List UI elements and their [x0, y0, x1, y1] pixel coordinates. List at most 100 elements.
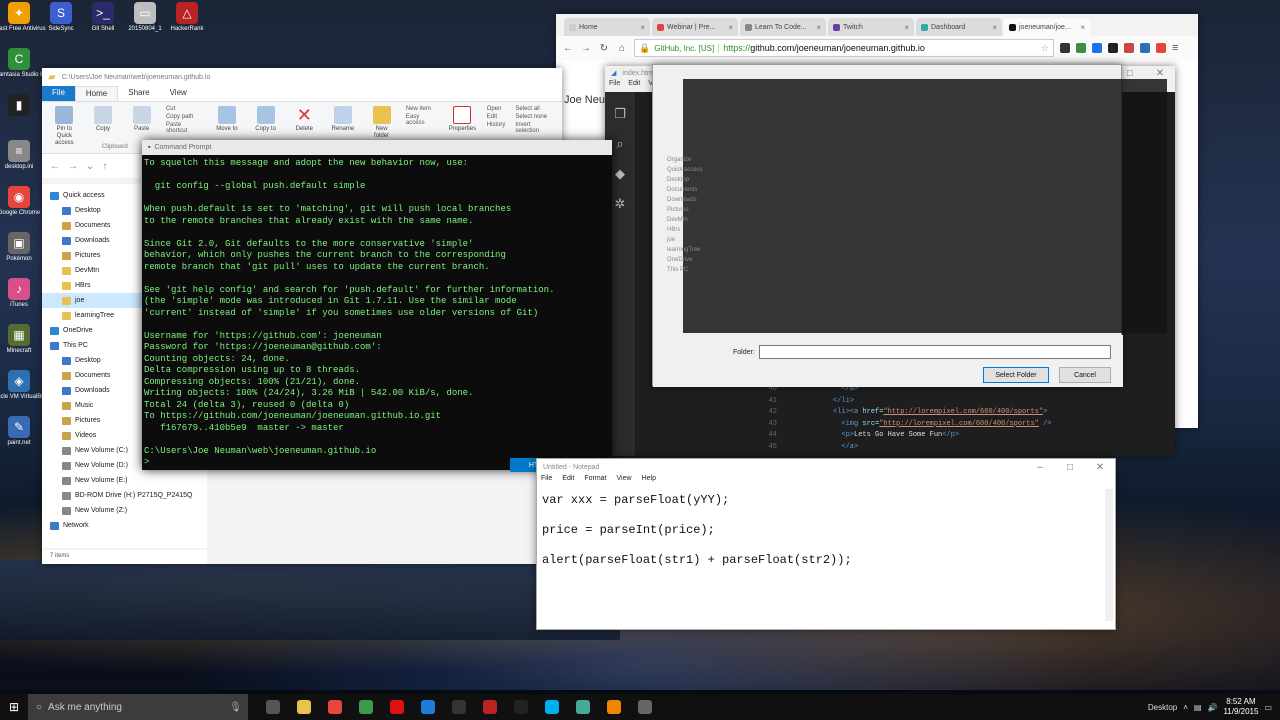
delete-button[interactable]: ✕ Delete: [290, 106, 319, 133]
extension-icon[interactable]: [1060, 43, 1070, 53]
taskbar-opera-button[interactable]: [382, 694, 411, 720]
close-icon[interactable]: ✕: [1145, 68, 1175, 79]
desktop-toolbar[interactable]: Desktop: [1148, 703, 1177, 712]
extension-icon[interactable]: [1140, 43, 1150, 53]
pin-quick-access-button[interactable]: Pin to Quick access: [50, 106, 79, 147]
start-button[interactable]: ⊞: [0, 700, 28, 714]
dialog-tree-item[interactable]: This PC: [667, 265, 737, 275]
taskbar-vlc-button[interactable]: [599, 694, 628, 720]
notifications-icon[interactable]: ▭: [1264, 703, 1272, 712]
rename-button[interactable]: Rename: [329, 106, 358, 133]
menu-item[interactable]: Help: [642, 475, 656, 487]
tab-view[interactable]: View: [160, 86, 197, 101]
menu-item[interactable]: File: [609, 80, 620, 92]
desktop-shortcut[interactable]: >_ Git Shell: [86, 2, 120, 42]
nav-item[interactable]: BD-ROM Drive (H:) P2715Q_P2415Q: [42, 488, 207, 503]
menu-item[interactable]: Edit: [562, 475, 574, 487]
history-button[interactable]: History: [487, 122, 506, 128]
taskbar-visual-studio-code-button[interactable]: [413, 694, 442, 720]
notepad-text-area[interactable]: var xxx = parseFloat(yYY); price = parseI…: [542, 493, 852, 568]
dialog-tree-item[interactable]: Desktop: [667, 175, 737, 185]
clock[interactable]: 8:52 AM 11/9/2015: [1223, 697, 1258, 717]
microphone-icon[interactable]: 🎙: [229, 702, 242, 713]
invert-selection-button[interactable]: Invert selection: [515, 122, 554, 134]
reload-icon[interactable]: ↻: [598, 43, 610, 54]
chevron-down-icon[interactable]: ⌄: [86, 161, 94, 172]
copy-button[interactable]: Copy: [89, 106, 118, 133]
taskbar-file-explorer-button[interactable]: [289, 694, 318, 720]
cut-button[interactable]: Cut: [166, 106, 203, 112]
dialog-tree-item[interactable]: Documents: [667, 185, 737, 195]
taskbar-skype-button[interactable]: [537, 694, 566, 720]
git-icon[interactable]: ◆: [615, 166, 625, 182]
close-tab-icon[interactable]: ×: [1080, 23, 1085, 32]
desktop-shortcut[interactable]: S SideSync: [44, 2, 78, 42]
explorer-files-icon[interactable]: ❐: [614, 106, 626, 122]
easy-access-button[interactable]: Easy access: [406, 114, 438, 126]
nav-item[interactable]: Network: [42, 518, 207, 533]
extension-icon[interactable]: [1092, 43, 1102, 53]
dialog-tree-item[interactable]: learningTree: [667, 245, 737, 255]
desktop-shortcut[interactable]: ▭ 20150804_1: [128, 2, 162, 42]
maximize-icon[interactable]: □: [1055, 462, 1085, 473]
tab-file[interactable]: File: [42, 86, 75, 101]
back-icon[interactable]: ←: [50, 161, 60, 172]
desktop-shortcut[interactable]: ◉ Google Chrome: [0, 186, 40, 226]
vertical-scrollbar[interactable]: [1105, 489, 1113, 621]
close-tab-icon[interactable]: ×: [640, 23, 645, 32]
move-to-button[interactable]: Move to: [213, 106, 242, 133]
tab-home[interactable]: Home: [74, 86, 119, 101]
taskbar-command-prompt-button[interactable]: [506, 694, 535, 720]
desktop-shortcut[interactable]: C Camtasia Studio 8: [0, 48, 44, 88]
taskbar-chrome-2-button[interactable]: [351, 694, 380, 720]
select-folder-button[interactable]: Select Folder: [983, 367, 1049, 383]
desktop-shortcut[interactable]: ♪ iTunes: [2, 278, 36, 318]
copy-path-button[interactable]: Copy path: [166, 114, 203, 120]
browser-tab[interactable]: joeneuman/joe... ×: [1004, 18, 1090, 36]
chevron-up-icon[interactable]: ˄: [1183, 703, 1188, 712]
up-icon[interactable]: ↑: [102, 161, 107, 172]
taskbar-hackerrank-button[interactable]: [475, 694, 504, 720]
dialog-tree-item[interactable]: Pictures: [667, 205, 737, 215]
desktop-shortcut[interactable]: ◈ Oracle VM VirtualBox: [0, 370, 48, 410]
properties-button[interactable]: Properties: [448, 106, 477, 133]
minimize-icon[interactable]: –: [1025, 462, 1055, 473]
select-none-button[interactable]: Select none: [515, 114, 554, 120]
extension-icon[interactable]: [1156, 43, 1166, 53]
bookmark-star-icon[interactable]: ☆: [1041, 43, 1049, 54]
desktop-shortcut[interactable]: ▮: [2, 94, 36, 134]
menu-item[interactable]: Format: [584, 475, 606, 487]
extension-icon[interactable]: [1124, 43, 1134, 53]
new-item-button[interactable]: New item: [406, 106, 438, 112]
volume-icon[interactable]: 🔊: [1207, 703, 1217, 712]
browser-tab[interactable]: Webinar | Pre... ×: [652, 18, 738, 36]
taskbar-task-view-button[interactable]: [258, 694, 287, 720]
close-tab-icon[interactable]: ×: [904, 23, 909, 32]
browser-tab[interactable]: Twitch ×: [828, 18, 914, 36]
dialog-tree-item[interactable]: joe: [667, 235, 737, 245]
dialog-tree-item[interactable]: Downloads: [667, 195, 737, 205]
copy-to-button[interactable]: Copy to: [251, 106, 280, 133]
code-editor[interactable]: 40 </a> 41 </li> 42 <li><a href="http://lo…: [765, 384, 1052, 453]
cortana-search[interactable]: ○ Ask me anything 🎙: [28, 694, 248, 720]
browser-tab[interactable]: Dashboard ×: [916, 18, 1002, 36]
select-all-button[interactable]: Select all: [515, 106, 554, 112]
desktop-shortcut[interactable]: ▣ Pokémon: [2, 232, 36, 272]
close-icon[interactable]: ✕: [1085, 462, 1115, 473]
menu-item[interactable]: File: [541, 475, 552, 487]
close-tab-icon[interactable]: ×: [992, 23, 997, 32]
dialog-tree-item[interactable]: HBrs: [667, 225, 737, 235]
new-folder-button[interactable]: New folder: [367, 106, 396, 140]
dialog-tree-item[interactable]: OneDrive: [667, 255, 737, 265]
browser-tab[interactable]: Learn To Code... ×: [740, 18, 826, 36]
forward-icon[interactable]: →: [68, 161, 78, 172]
desktop-shortcut[interactable]: ✎ paint.net: [2, 416, 36, 456]
close-tab-icon[interactable]: ×: [816, 23, 821, 32]
edit-button[interactable]: Edit: [487, 114, 506, 120]
desktop-shortcut[interactable]: ✦ Avast Free Antivirus: [0, 2, 46, 42]
dialog-tree-item[interactable]: Organize: [667, 155, 737, 165]
search-icon[interactable]: ⌕: [616, 136, 623, 152]
browser-tab[interactable]: Home ×: [564, 18, 650, 36]
folder-input[interactable]: [759, 345, 1111, 359]
desktop-shortcut[interactable]: ≡ desktop.ini: [2, 140, 36, 180]
